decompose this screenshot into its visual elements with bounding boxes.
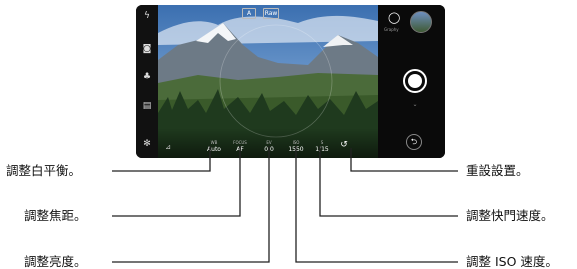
callout-lines bbox=[112, 146, 458, 263]
callout-white-balance: 調整白平衡。 bbox=[6, 163, 82, 178]
callout-reset: 重設設置。 bbox=[466, 163, 529, 178]
callout-shutter-speed: 調整快門速度。 bbox=[466, 208, 554, 223]
callout-focus: 調整焦距。 bbox=[24, 208, 87, 223]
callout-iso: 調整 ISO 速度。 bbox=[466, 254, 558, 269]
callout-brightness: 調整亮度。 bbox=[24, 254, 87, 269]
